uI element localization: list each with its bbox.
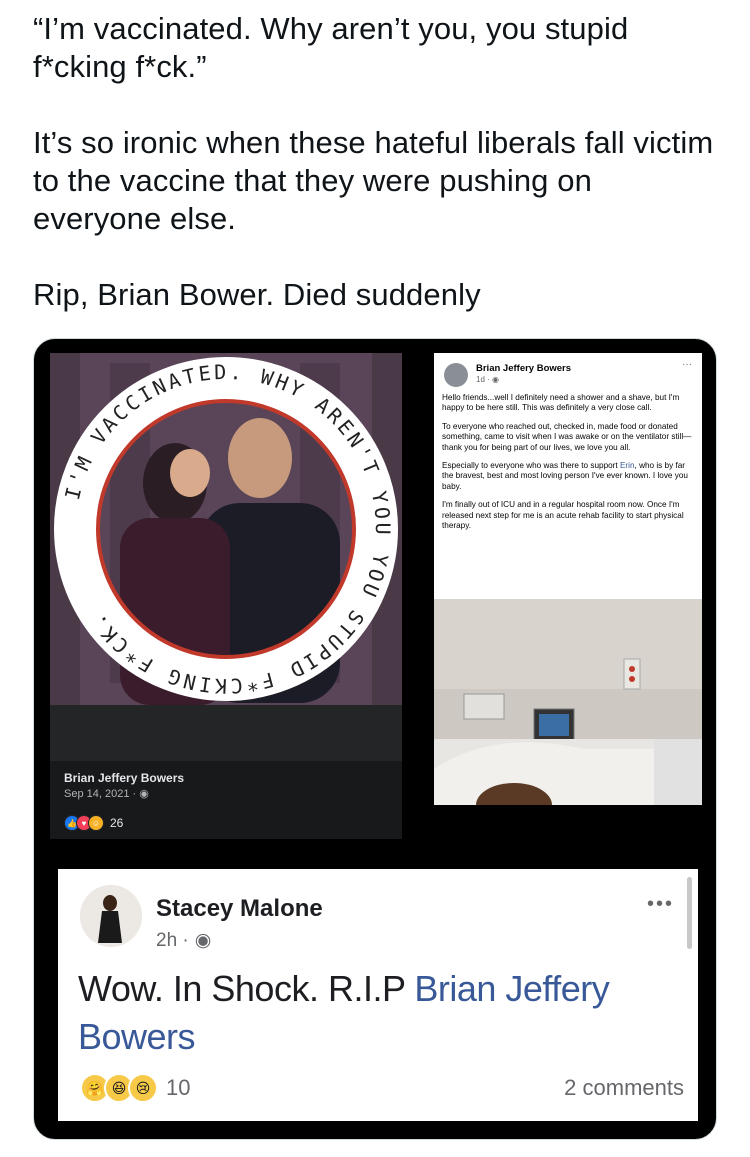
- tweet-closing: Rip, Brian Bower. Died suddenly: [33, 277, 481, 312]
- tweet-body: It’s so ironic when these hateful libera…: [33, 125, 714, 236]
- reaction-count: 10: [166, 1075, 191, 1100]
- post-paragraph: Especially to everyone who was there to …: [442, 461, 688, 491]
- globe-icon: ◉: [492, 375, 499, 384]
- post-author[interactable]: Brian Jeffery Bowers: [64, 771, 184, 785]
- commenter-name[interactable]: Stacey Malone: [156, 895, 323, 923]
- post-date[interactable]: Sep 14, 2021 · ◉: [64, 787, 149, 800]
- post-time[interactable]: 1d · ◉: [476, 375, 499, 384]
- right-facebook-post[interactable]: Brian Jeffery Bowers 1d · ◉ ··· Hello fr…: [434, 353, 702, 805]
- reaction-count: 26: [110, 816, 124, 830]
- comments-link[interactable]: 2 comments: [564, 1075, 684, 1101]
- comment-text: Wow. In Shock. R.I.P Brian Jeffery Bower…: [78, 968, 610, 1057]
- tweet-quote: “I’m vaccinated. Why aren’t you, you stu…: [33, 11, 629, 84]
- avatar[interactable]: [80, 885, 142, 947]
- left-facebook-post[interactable]: I'M VACCINATED. WHY AREN'T YOU YOU STUPI…: [50, 353, 402, 839]
- haha-icon: ☺: [88, 815, 104, 831]
- reaction-summary[interactable]: 👍 ♥ ☺ 26: [64, 815, 123, 831]
- post-paragraph: I'm finally out of ICU and in a regular …: [442, 500, 684, 531]
- mention-link[interactable]: Erin: [620, 461, 635, 470]
- sad-icon: 😢: [128, 1073, 158, 1103]
- globe-icon: ◉: [194, 930, 212, 951]
- media-card[interactable]: I'M VACCINATED. WHY AREN'T YOU YOU STUPI…: [33, 338, 717, 1140]
- reaction-summary[interactable]: 🤗 😆 😢 10: [80, 1073, 190, 1103]
- profile-photo-frame: I'M VACCINATED. WHY AREN'T YOU YOU STUPI…: [50, 353, 402, 705]
- post-paragraph: Hello friends...well I definitely need a…: [442, 393, 680, 413]
- tweet-text: “I’m vaccinated. Why aren’t you, you stu…: [33, 10, 723, 314]
- globe-icon: ◉: [139, 788, 149, 800]
- post-author[interactable]: Brian Jeffery Bowers: [476, 363, 571, 374]
- avatar[interactable]: [444, 363, 468, 387]
- post-paragraph: To everyone who reached out, checked in,…: [442, 421, 692, 452]
- scrollbar[interactable]: [687, 877, 692, 949]
- more-options-icon[interactable]: ···: [682, 359, 692, 370]
- comment-time[interactable]: 2h · ◉: [156, 929, 211, 952]
- hospital-photo: [434, 599, 702, 805]
- more-options-icon[interactable]: •••: [647, 893, 674, 916]
- comment-card[interactable]: Stacey Malone 2h · ◉ ••• Wow. In Shock. …: [58, 869, 698, 1121]
- post-body: Hello friends...well I definitely need a…: [442, 393, 694, 539]
